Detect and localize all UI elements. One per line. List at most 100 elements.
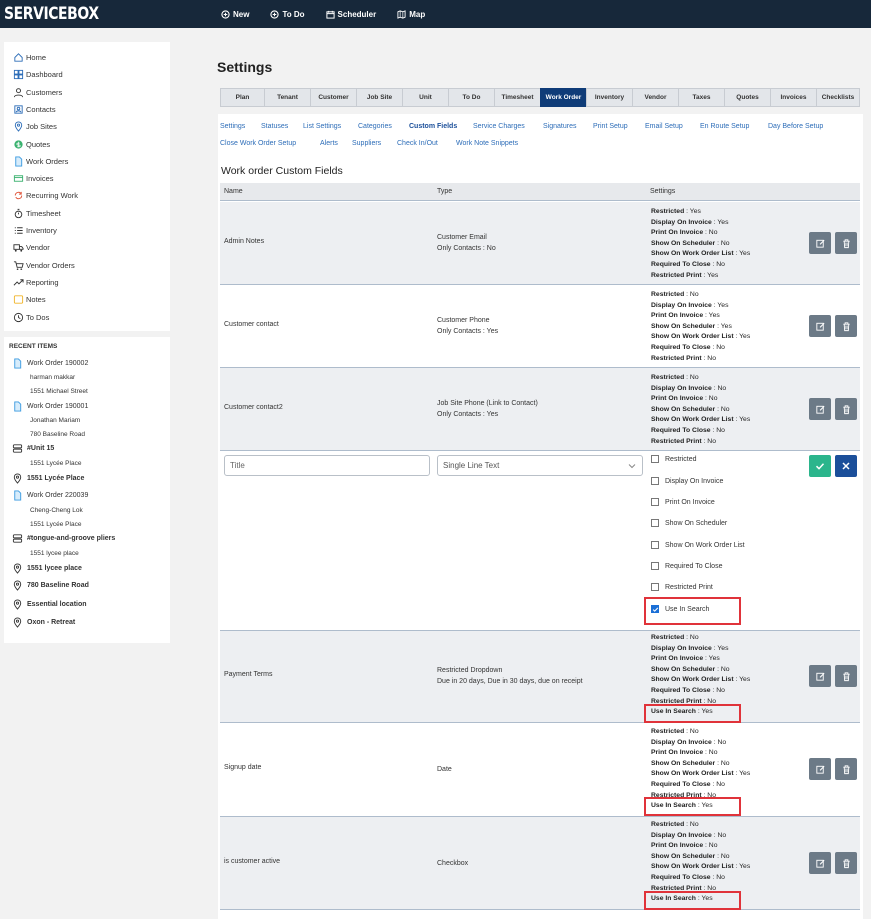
checkbox-restricted[interactable]: Restricted [651,455,697,463]
setting-line: Restricted Print : No [651,354,716,362]
sidebar-item-home[interactable]: Home [13,51,46,63]
recent-item[interactable]: 780 Baseline Road [12,580,89,591]
subnav-link-close-work-order-setup[interactable]: Close Work Order Setup [220,140,296,147]
sidebar-item-contacts[interactable]: Contacts [13,103,56,115]
save-field-button[interactable] [809,455,831,477]
new-button[interactable]: New [221,10,249,19]
tab-inventory[interactable]: Inventory [586,88,632,107]
subnav-link-categories[interactable]: Categories [358,123,392,130]
setting-line: Show On Scheduler : Yes [651,322,732,330]
app-logo[interactable]: SERVICEBOX [4,4,175,24]
recent-item[interactable]: #tongue-and-groove pliers [12,533,115,544]
edit-field-button[interactable] [809,758,831,780]
checkbox-box[interactable] [651,455,659,463]
tab-to-do[interactable]: To Do [448,88,494,107]
sidebar-item-inventory[interactable]: Inventory [13,224,57,236]
recent-item[interactable]: Work Order 220039 [12,490,88,501]
setting-line: Restricted : No [651,634,699,641]
subnav-link-check-in-out[interactable]: Check In/Out [397,140,438,147]
checkbox-show-on-work-order-list[interactable]: Show On Work Order List [651,541,745,549]
sidebar-item-dashboard[interactable]: Dashboard [13,68,63,80]
tab-checklists[interactable]: Checklists [816,88,860,107]
edit-field-button[interactable] [809,315,831,337]
delete-field-button[interactable] [835,665,857,687]
tab-invoices[interactable]: Invoices [770,88,816,107]
checkbox-print-on-invoice[interactable]: Print On Invoice [651,498,715,506]
edit-field-button[interactable] [809,665,831,687]
recent-item[interactable]: Work Order 190001 [12,401,88,412]
tab-work-order[interactable]: Work Order [540,88,586,107]
todo-button[interactable]: To Do [270,10,305,19]
subnav-link-custom-fields[interactable]: Custom Fields [409,123,457,130]
sidebar-item-quotes[interactable]: Quotes [13,138,50,150]
recent-item[interactable]: Essential location [12,599,87,610]
tab-plan[interactable]: Plan [220,88,264,107]
sidebar-item-vendor-orders[interactable]: Vendor Orders [13,259,75,271]
tab-vendor[interactable]: Vendor [632,88,678,107]
checkbox-box[interactable] [651,583,659,591]
subnav-link-signatures[interactable]: Signatures [543,123,576,130]
subnav-link-print-setup[interactable]: Print Setup [593,123,628,130]
location-pin-icon [13,580,22,591]
sidebar-item-reporting[interactable]: Reporting [13,276,59,288]
delete-field-button[interactable] [835,852,857,874]
subnav-link-en-route-setup[interactable]: En Route Setup [700,123,749,130]
recent-item[interactable]: #Unit 15 [12,443,54,454]
title-input[interactable]: Title [224,455,430,476]
setting-line: Required To Close : No [651,780,725,788]
subnav-link-work-note-snippets[interactable]: Work Note Snippets [456,140,518,147]
tab-tenant[interactable]: Tenant [264,88,310,107]
subnav-link-suppliers[interactable]: Suppliers [352,140,381,147]
tab-taxes[interactable]: Taxes [678,88,724,107]
tab-customer[interactable]: Customer [310,88,356,107]
sidebar-item-timesheet[interactable]: Timesheet [13,207,61,219]
setting-line: Restricted Print : No [651,437,716,445]
subnav-link-day-before-setup[interactable]: Day Before Setup [768,123,823,130]
sidebar-item-customers[interactable]: Customers [13,86,62,98]
sidebar-item-job-sites[interactable]: Job Sites [13,120,57,132]
recent-item[interactable]: 1551 lycee place [12,563,82,574]
checkbox-required-to-close[interactable]: Required To Close [651,562,722,570]
checkbox-box[interactable] [651,477,659,485]
checkbox-display-on-invoice[interactable]: Display On Invoice [651,477,723,485]
tab-job-site[interactable]: Job Site [356,88,402,107]
type-select[interactable]: Single Line Text [437,455,643,476]
sidebar-item-recurring-work[interactable]: Recurring Work [13,189,78,201]
delete-field-button[interactable] [835,315,857,337]
subnav-link-service-charges[interactable]: Service Charges [473,123,525,130]
subnav-link-email-setup[interactable]: Email Setup [645,123,683,130]
recent-item[interactable]: Work Order 190002 [12,358,88,369]
recent-item[interactable]: Oxon - Retreat [12,617,75,628]
delete-field-button[interactable] [835,232,857,254]
title-placeholder: Title [230,461,245,470]
edit-field-button[interactable] [809,232,831,254]
sidebar-item-invoices[interactable]: Invoices [13,172,54,184]
setting-line: Print On Invoice : Yes [651,312,720,320]
checkbox-show-on-scheduler[interactable]: Show On Scheduler [651,519,727,527]
sidebar-item-notes[interactable]: Notes [13,293,46,305]
checkbox-box[interactable] [651,519,659,527]
subnav-link-settings[interactable]: Settings [220,123,245,130]
checkbox-box[interactable] [651,562,659,570]
tab-unit[interactable]: Unit [402,88,448,107]
delete-field-button[interactable] [835,758,857,780]
recent-item[interactable]: 1551 Lycée Place [12,473,84,484]
edit-field-button[interactable] [809,852,831,874]
tab-timesheet[interactable]: Timesheet [494,88,540,107]
edit-field-button[interactable] [809,398,831,420]
sidebar-item-vendor[interactable]: Vendor [13,241,50,253]
subnav-link-statuses[interactable]: Statuses [261,123,288,130]
scheduler-button[interactable]: Scheduler [325,10,376,19]
sidebar-item-to-dos[interactable]: To Dos [13,311,49,323]
delete-field-button[interactable] [835,398,857,420]
subnav-link-list-settings[interactable]: List Settings [303,123,341,130]
checkbox-box[interactable] [651,541,659,549]
map-button[interactable]: Map [397,10,425,19]
subnav-link-alerts[interactable]: Alerts [320,140,338,147]
tab-quotes[interactable]: Quotes [724,88,770,107]
checkbox-box[interactable] [651,498,659,506]
setting-line: Print On Invoice : No [651,842,718,850]
sidebar-item-work-orders[interactable]: Work Orders [13,155,68,167]
cancel-field-button[interactable] [835,455,857,477]
checkbox-restricted-print[interactable]: Restricted Print [651,583,713,591]
